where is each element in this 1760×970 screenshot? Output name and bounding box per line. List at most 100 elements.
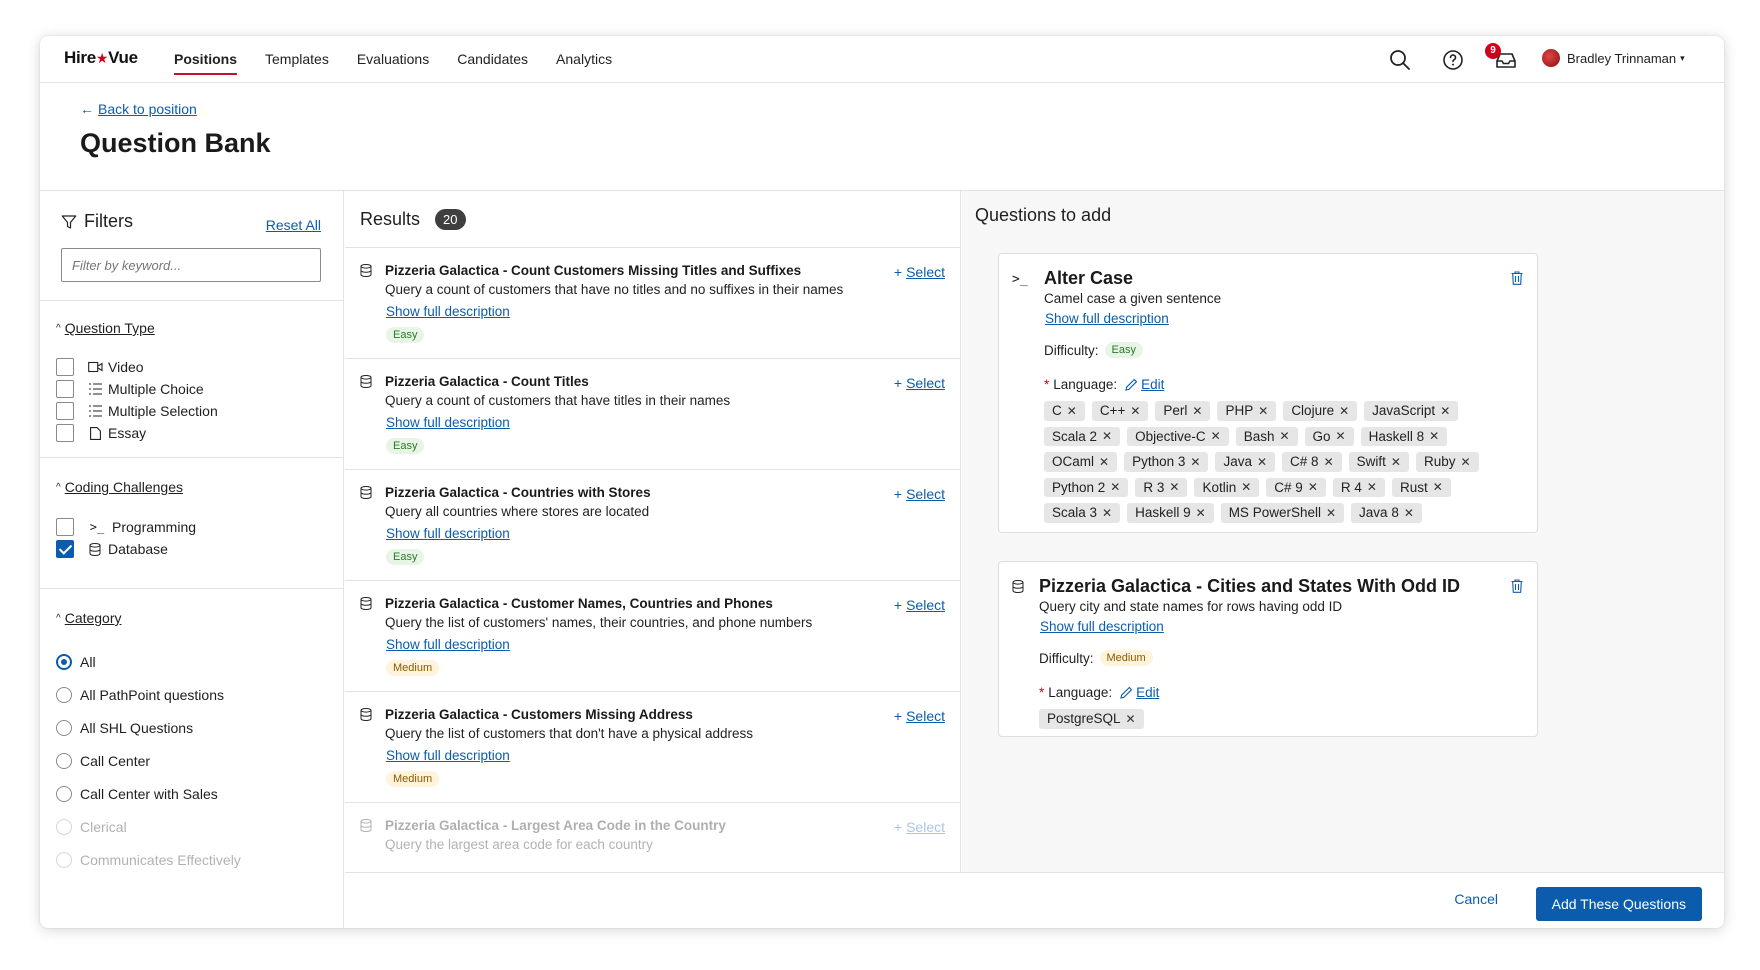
trash-icon[interactable] [1511,579,1523,593]
category-communicates[interactable]: Communicates Effectively [56,852,241,868]
close-icon[interactable]: ✕ [1367,480,1377,494]
radio[interactable] [56,852,72,868]
close-icon[interactable]: ✕ [1339,404,1349,418]
radio[interactable] [56,753,72,769]
close-icon[interactable]: ✕ [1391,455,1401,469]
nav-analytics[interactable]: Analytics [542,36,626,83]
close-icon[interactable]: ✕ [1067,404,1077,418]
select-button[interactable]: + Select [894,597,945,613]
back-link[interactable]: ← Back to position [80,101,197,117]
filter-video[interactable]: Video [56,358,144,376]
question-type-toggle[interactable]: ^ Question Type [56,320,155,336]
reset-all-link[interactable]: Reset All [266,217,321,233]
select-button[interactable]: + Select [894,375,945,391]
show-full-description-link[interactable]: Show full description [1045,311,1169,326]
filter-essay[interactable]: Essay [56,424,146,442]
select-button[interactable]: + Select [894,264,945,280]
nav-evaluations[interactable]: Evaluations [343,36,443,83]
add-these-questions-button[interactable]: Add These Questions [1535,887,1702,921]
edit-language-button[interactable]: Edit [1120,685,1159,700]
category-label: Call Center with Sales [80,786,218,802]
close-icon[interactable]: ✕ [1433,480,1443,494]
language-chip: PHP ✕ [1217,401,1277,421]
top-nav: Hire★Vue Positions Templates Evaluations… [40,36,1724,83]
video-icon [87,359,103,375]
nav-templates[interactable]: Templates [251,36,343,83]
filter-label: Multiple Choice [108,381,204,397]
cancel-button[interactable]: Cancel [1454,891,1498,907]
nav-positions[interactable]: Positions [160,36,251,83]
close-icon[interactable]: ✕ [1257,455,1267,469]
language-chip-label: C [1052,403,1062,419]
close-icon[interactable]: ✕ [1190,455,1200,469]
coding-challenges-toggle[interactable]: ^ Coding Challenges [56,479,183,495]
trash-icon[interactable] [1511,271,1523,285]
close-icon[interactable]: ✕ [1326,506,1336,520]
close-icon[interactable]: ✕ [1241,480,1251,494]
category-pathpoint[interactable]: All PathPoint questions [56,687,224,703]
close-icon[interactable]: ✕ [1279,429,1289,443]
close-icon[interactable]: ✕ [1126,712,1136,726]
select-button[interactable]: + Select [894,486,945,502]
close-icon[interactable]: ✕ [1324,455,1334,469]
filter-programming[interactable]: >_ Programming [56,518,196,536]
radio[interactable] [56,687,72,703]
category-call-center-sales[interactable]: Call Center with Sales [56,786,218,802]
filter-multiple-selection[interactable]: Multiple Selection [56,402,218,420]
category-shl[interactable]: All SHL Questions [56,720,193,736]
user-menu[interactable]: Bradley Trinnaman ▾ [1542,49,1685,67]
close-icon[interactable]: ✕ [1404,506,1414,520]
category-call-center[interactable]: Call Center [56,753,150,769]
close-icon[interactable]: ✕ [1429,429,1439,443]
language-chip: PostgreSQL ✕ [1039,709,1144,729]
show-full-description-link[interactable]: Show full description [386,415,510,430]
show-full-description-link[interactable]: Show full description [386,304,510,319]
category-toggle[interactable]: ^ Category [56,610,122,626]
radio[interactable] [56,720,72,736]
close-icon[interactable]: ✕ [1440,404,1450,418]
select-button[interactable]: + Select [894,708,945,724]
filter-multiple-choice[interactable]: Multiple Choice [56,380,204,398]
show-full-description-link[interactable]: Show full description [386,526,510,541]
category-all[interactable]: All [56,654,96,670]
close-icon[interactable]: ✕ [1460,455,1470,469]
list-icon [87,381,103,397]
show-full-description-link[interactable]: Show full description [386,637,510,652]
radio[interactable] [56,786,72,802]
checkbox-checked[interactable] [56,540,74,558]
checkbox[interactable] [56,424,74,442]
show-full-description-link[interactable]: Show full description [1040,619,1164,634]
filters-panel: Filters Reset All ^ Question Type Video … [40,191,344,928]
close-icon[interactable]: ✕ [1336,429,1346,443]
category-clerical[interactable]: Clerical [56,819,127,835]
result-item: Pizzeria Galactica - Customer Names, Cou… [345,581,960,691]
close-icon[interactable]: ✕ [1196,506,1206,520]
search-icon[interactable] [1388,48,1412,72]
hirevue-logo[interactable]: Hire★Vue [64,48,138,68]
radio[interactable] [56,819,72,835]
select-button[interactable]: + Select [894,819,945,835]
close-icon[interactable]: ✕ [1102,506,1112,520]
filter-database[interactable]: Database [56,540,168,558]
close-icon[interactable]: ✕ [1099,455,1109,469]
close-icon[interactable]: ✕ [1258,404,1268,418]
close-icon[interactable]: ✕ [1130,404,1140,418]
close-icon[interactable]: ✕ [1110,480,1120,494]
close-icon[interactable]: ✕ [1308,480,1318,494]
checkbox[interactable] [56,358,74,376]
radio-selected[interactable] [56,654,72,670]
nav-candidates[interactable]: Candidates [443,36,542,83]
database-icon [360,597,372,610]
close-icon[interactable]: ✕ [1211,429,1221,443]
edit-language-button[interactable]: Edit [1125,377,1164,392]
checkbox[interactable] [56,402,74,420]
close-icon[interactable]: ✕ [1192,404,1202,418]
close-icon[interactable]: ✕ [1169,480,1179,494]
close-icon[interactable]: ✕ [1102,429,1112,443]
show-full-description-link[interactable]: Show full description [386,748,510,763]
help-icon[interactable] [1441,48,1465,72]
checkbox[interactable] [56,380,74,398]
language-label: Language: [1048,685,1113,700]
keyword-filter-input[interactable] [61,248,321,282]
checkbox[interactable] [56,518,74,536]
